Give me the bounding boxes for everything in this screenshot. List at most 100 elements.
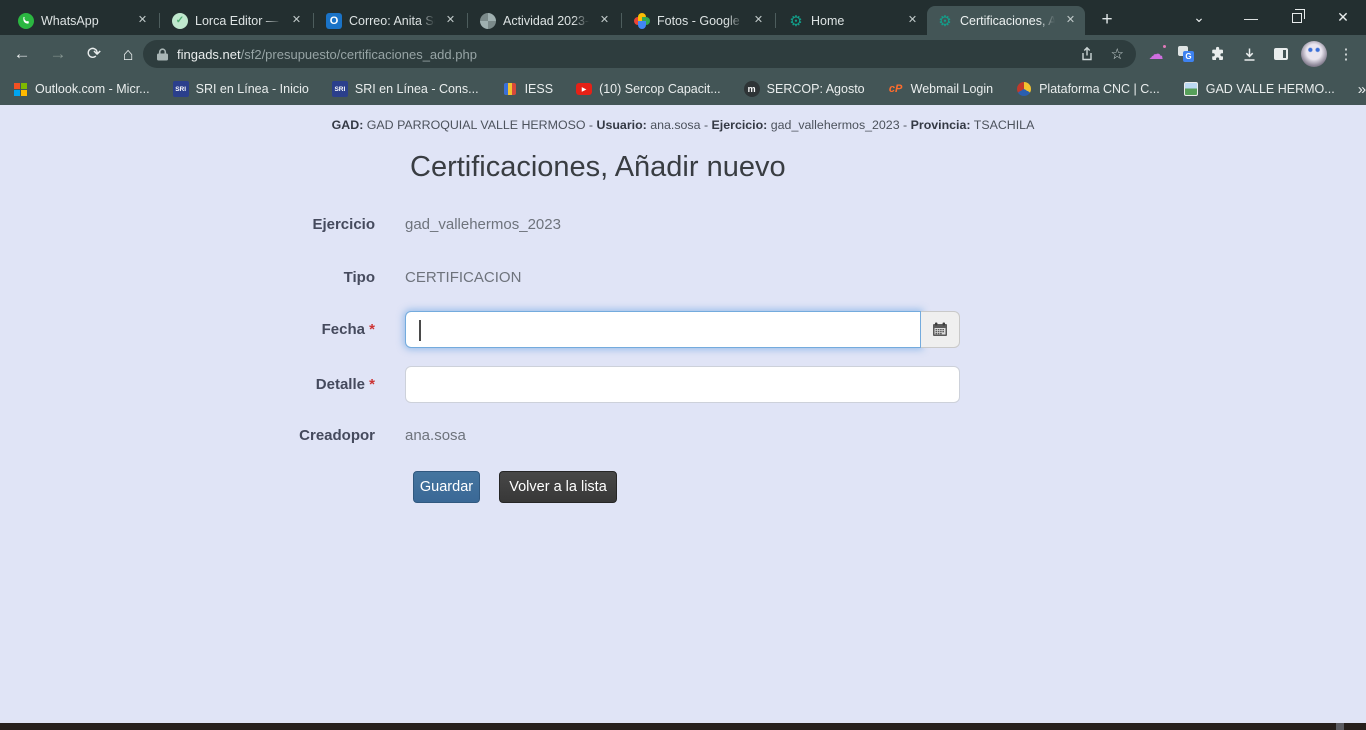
tab-strip: WhatsApp ✕ ✓ Lorca Editor — El ✕ O Corre… [0,0,1366,35]
bookmark-iess[interactable]: IESS [502,81,554,97]
tipo-label: Tipo [0,269,375,286]
globe-icon [480,13,496,29]
detalle-label: Detalle * [0,376,375,393]
creadopor-value: ana.sosa [405,427,466,444]
close-icon[interactable]: ✕ [750,12,767,29]
bookmark-sri-consultas[interactable]: SRI SRI en Línea - Cons... [332,81,479,97]
close-window-button[interactable]: ✕ [1320,0,1366,35]
bookmark-label: GAD VALLE HERMO... [1206,82,1335,96]
address-bar[interactable]: fingads.net/sf2/presupuesto/certificacio… [143,40,1136,68]
restore-button[interactable] [1274,0,1320,35]
avatar [1301,41,1327,67]
required-asterisk: * [369,376,375,393]
close-icon[interactable]: ✕ [1062,12,1079,29]
fecha-input[interactable] [405,311,921,348]
tab-separator [467,13,468,28]
reload-button[interactable]: ⟳ [80,35,108,73]
tab-google-fotos[interactable]: Fotos - Google F ✕ [624,6,773,35]
detalle-input[interactable] [405,366,960,403]
bookmarks-bar: Outlook.com - Micr... SRI SRI en Línea -… [0,73,1366,105]
provincia-label: Provincia: [911,118,971,132]
minimize-button[interactable]: — [1228,0,1274,35]
bookmark-label: Outlook.com - Micr... [35,82,150,96]
gad-icon [1183,81,1199,97]
context-bar: GAD: GAD PARROQUIAL VALLE HERMOSO - Usua… [0,118,1366,132]
bottom-edge-bar [0,723,1366,730]
gad-label: GAD: [332,118,364,132]
gear-icon: ⚙ [937,13,953,29]
extensions-puzzle-icon[interactable] [1204,35,1230,73]
tab-title: Certificaciones, A [960,13,1055,29]
bookmark-gad-valle-hermoso[interactable]: GAD VALLE HERMO... [1183,81,1335,97]
ejercicio-label: Ejercicio [0,216,375,233]
outlook-icon: O [326,13,342,29]
bookmark-label: SERCOP: Agosto [767,82,865,96]
lock-icon [157,48,168,61]
tab-whatsapp[interactable]: WhatsApp ✕ [8,6,157,35]
bookmark-star-icon[interactable]: ☆ [1111,45,1124,63]
tab-title: WhatsApp [41,13,127,29]
close-icon[interactable]: ✕ [288,12,305,29]
bookmark-label: Plataforma CNC | C... [1039,82,1160,96]
close-icon[interactable]: ✕ [904,12,921,29]
tab-title: Lorca Editor — El [195,13,281,29]
bookmark-plataforma-cnc[interactable]: Plataforma CNC | C... [1016,81,1160,97]
tab-search-chevron-icon[interactable]: ⌄ [1176,0,1222,35]
bookmark-outlook[interactable]: Outlook.com - Micr... [12,81,150,97]
microsoft-icon [12,81,28,97]
tab-actividad[interactable]: Actividad 2023-0 ✕ [470,6,619,35]
google-photos-icon [634,13,650,29]
downloads-icon[interactable] [1236,35,1262,73]
tab-separator [159,13,160,28]
home-button[interactable]: ⌂ [114,35,142,73]
iess-icon [502,81,518,97]
calendar-button[interactable] [921,311,960,348]
bookmark-label: (10) Sercop Capacit... [599,82,721,96]
bottom-edge-notch [1336,723,1344,730]
bookmark-label: SRI en Línea - Cons... [355,82,479,96]
ejercicio-label: Ejercicio: [712,118,768,132]
bookmark-sercop-youtube[interactable]: ▶ (10) Sercop Capacit... [576,81,721,97]
close-icon[interactable]: ✕ [596,12,613,29]
tab-correo-outlook[interactable]: O Correo: Anita Sos ✕ [316,6,465,35]
bookmarks-overflow-icon[interactable]: » [1358,81,1366,98]
browser-toolbar: ← → ⟳ ⌂ fingads.net/sf2/presupuesto/cert… [0,35,1366,73]
usuario-label: Usuario: [597,118,647,132]
bookmark-sercop-agosto[interactable]: m SERCOP: Agosto [744,81,865,97]
side-panel-icon[interactable] [1267,35,1295,73]
tab-list: WhatsApp ✕ ✓ Lorca Editor — El ✕ O Corre… [8,6,1121,35]
tab-lorca-editor[interactable]: ✓ Lorca Editor — El ✕ [162,6,311,35]
forward-button[interactable]: → [44,35,72,73]
share-icon[interactable] [1079,46,1095,62]
guardar-button[interactable]: Guardar [413,471,480,503]
close-icon[interactable]: ✕ [442,12,459,29]
page-content: GAD: GAD PARROQUIAL VALLE HERMOSO - Usua… [0,105,1366,723]
back-button[interactable]: ← [8,35,36,73]
usuario-value: ana.sosa - [647,118,712,132]
youtube-icon: ▶ [576,81,592,97]
extension-cloud-icon[interactable]: ☁ [1143,35,1169,73]
url-domain: fingads.net [177,47,241,62]
provincia-value: TSACHILA [971,118,1035,132]
bookmark-webmail[interactable]: cP Webmail Login [888,81,993,97]
gear-icon: ⚙ [788,13,804,29]
bookmark-label: Webmail Login [911,82,993,96]
tab-title: Actividad 2023-0 [503,13,589,29]
creadopor-label: Creadopor [0,427,375,444]
tab-separator [775,13,776,28]
close-icon[interactable]: ✕ [134,12,151,29]
translate-icon[interactable]: G [1173,35,1199,73]
tab-separator [621,13,622,28]
browser-menu-icon[interactable]: ⋮ [1334,35,1358,73]
new-tab-button[interactable]: + [1093,6,1121,34]
calendar-icon [932,322,948,337]
tab-title: Fotos - Google F [657,13,743,29]
bookmark-sri-inicio[interactable]: SRI SRI en Línea - Inicio [173,81,309,97]
tab-home[interactable]: ⚙ Home ✕ [778,6,927,35]
page-title: Certificaciones, Añadir nuevo [410,151,786,184]
window-controls: ⌄ — ✕ [1176,0,1366,35]
profile-avatar[interactable] [1298,35,1330,73]
tab-certificaciones-active[interactable]: ⚙ Certificaciones, A ✕ [927,6,1085,35]
tab-separator [313,13,314,28]
volver-button[interactable]: Volver a la lista [499,471,617,503]
